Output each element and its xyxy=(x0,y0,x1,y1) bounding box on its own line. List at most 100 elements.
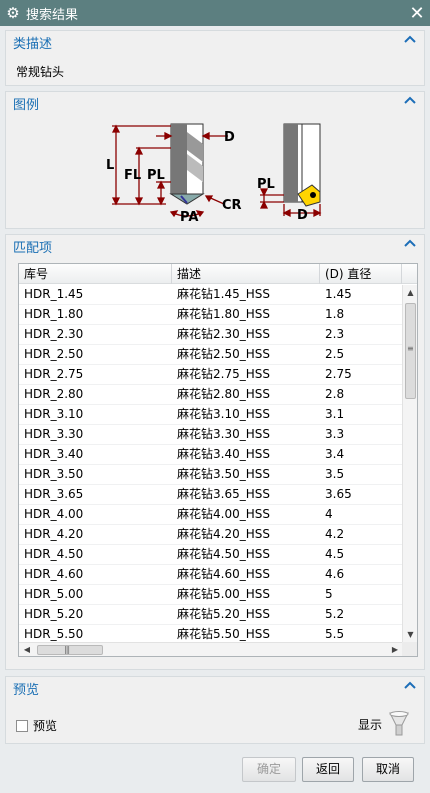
checkbox-box[interactable] xyxy=(16,719,28,732)
cell-diameter: 4.6 xyxy=(325,567,345,581)
chevron-up-icon[interactable] xyxy=(404,680,416,690)
cell-description: 麻花钻3.50_HSS xyxy=(177,467,270,481)
table-row[interactable]: HDR_4.20 麻花钻4.20_HSS 4.2 xyxy=(19,525,402,545)
class-description-panel: 类描述 常规钻头 xyxy=(5,30,425,86)
legend-label-pl: PL xyxy=(147,168,165,183)
cell-library-number: HDR_1.80 xyxy=(24,307,84,321)
gear-icon[interactable]: ⚙ xyxy=(0,4,26,22)
cell-description: 麻花钻4.00_HSS xyxy=(177,507,270,521)
cell-library-number: HDR_5.00 xyxy=(24,587,84,601)
cell-description: 麻花钻3.10_HSS xyxy=(177,407,270,421)
matches-panel: 匹配项 库号 描述 (D) 直径 HDR_1.45 麻花钻1.45_HSS 1.45… xyxy=(5,234,425,670)
preview-title: 预览 xyxy=(13,682,40,698)
show-label: 显示 xyxy=(357,718,382,732)
scrollbar-corner xyxy=(402,642,417,656)
cell-diameter: 3.3 xyxy=(325,427,345,441)
cell-description: 麻花钻5.00_HSS xyxy=(177,587,270,601)
cell-diameter: 4.5 xyxy=(325,547,345,561)
cell-library-number: HDR_3.40 xyxy=(24,447,84,461)
table-header: 库号 描述 (D) 直径 xyxy=(19,264,417,284)
cell-library-number: HDR_3.30 xyxy=(24,427,84,441)
legend-label-l: L xyxy=(106,158,114,173)
matches-header[interactable]: 匹配项 xyxy=(6,235,424,257)
table-row[interactable]: HDR_3.30 麻花钻3.30_HSS 3.3 xyxy=(19,425,402,445)
matches-table[interactable]: 库号 描述 (D) 直径 HDR_1.45 麻花钻1.45_HSS 1.45 HDR_… xyxy=(18,263,418,657)
close-icon[interactable]: ✕ xyxy=(404,3,430,24)
cell-description: 麻花钻2.80_HSS xyxy=(177,387,270,401)
cell-description: 麻花钻1.80_HSS xyxy=(177,307,270,321)
table-row[interactable]: HDR_5.20 麻花钻5.20_HSS 5.2 xyxy=(19,605,402,625)
cell-description: 麻花钻2.30_HSS xyxy=(177,327,270,341)
cell-diameter: 2.8 xyxy=(325,387,345,401)
table-row[interactable]: HDR_2.75 麻花钻2.75_HSS 2.75 xyxy=(19,365,402,385)
cell-library-number: HDR_3.50 xyxy=(24,467,84,481)
cell-library-number: HDR_1.45 xyxy=(24,287,84,301)
table-row[interactable]: HDR_2.30 麻花钻2.30_HSS 2.3 xyxy=(19,325,402,345)
legend-label-d-insert: D xyxy=(297,208,308,223)
table-body: HDR_1.45 麻花钻1.45_HSS 1.45 HDR_1.80 麻花钻1.80_H… xyxy=(19,285,402,645)
legend-panel: D L FL PL CR PA PL D 图例 xyxy=(5,91,425,229)
window-title: 搜索结果 xyxy=(26,7,79,23)
cell-description: 麻花钻4.60_HSS xyxy=(177,567,270,581)
cell-description: 麻花钻3.65_HSS xyxy=(177,487,270,501)
cell-diameter: 5 xyxy=(325,587,333,601)
matches-title: 匹配项 xyxy=(13,240,53,256)
vertical-scrollbar[interactable]: ▲ ≡ ▼ xyxy=(402,285,417,643)
cell-diameter: 4 xyxy=(325,507,333,521)
table-row[interactable]: HDR_1.45 麻花钻1.45_HSS 1.45 xyxy=(19,285,402,305)
cell-description: 麻花钻3.40_HSS xyxy=(177,447,270,461)
legend-label-pl-insert: PL xyxy=(257,177,275,192)
table-row[interactable]: HDR_5.00 麻花钻5.00_HSS 5 xyxy=(19,585,402,605)
table-row[interactable]: HDR_2.50 麻花钻2.50_HSS 2.5 xyxy=(19,345,402,365)
scroll-up-icon[interactable]: ▲ xyxy=(403,285,417,301)
cell-description: 麻花钻3.30_HSS xyxy=(177,427,270,441)
horizontal-scrollbar[interactable]: ◀ ||| ▶ xyxy=(19,642,403,656)
table-row[interactable]: HDR_4.00 麻花钻4.00_HSS 4 xyxy=(19,505,402,525)
column-header-library-number[interactable]: 库号 xyxy=(19,264,172,284)
horizontal-scroll-thumb[interactable]: ||| xyxy=(37,645,103,655)
scroll-down-icon[interactable]: ▼ xyxy=(403,627,417,643)
table-row[interactable]: HDR_3.40 麻花钻3.40_HSS 3.4 xyxy=(19,445,402,465)
column-header-description[interactable]: 描述 xyxy=(172,264,320,284)
legend-label-cr: CR xyxy=(222,198,242,213)
preview-checkbox[interactable]: 预览 xyxy=(16,717,57,734)
vertical-scroll-thumb[interactable]: ≡ xyxy=(405,303,416,399)
cell-library-number: HDR_4.00 xyxy=(24,507,84,521)
scroll-left-icon[interactable]: ◀ xyxy=(19,643,35,656)
cell-library-number: HDR_4.20 xyxy=(24,527,84,541)
table-row[interactable]: HDR_2.80 麻花钻2.80_HSS 2.8 xyxy=(19,385,402,405)
ok-button[interactable]: 确定 xyxy=(242,757,296,782)
grip-icon: ≡ xyxy=(407,344,414,353)
class-description-header[interactable]: 类描述 xyxy=(6,31,424,53)
cell-diameter: 3.5 xyxy=(325,467,345,481)
cell-diameter: 2.5 xyxy=(325,347,345,361)
cell-diameter: 3.1 xyxy=(325,407,345,421)
legend-label-pa: PA xyxy=(180,210,198,225)
chevron-up-icon[interactable] xyxy=(404,95,416,105)
cell-diameter: 2.3 xyxy=(325,327,345,341)
table-row[interactable]: HDR_1.80 麻花钻1.80_HSS 1.8 xyxy=(19,305,402,325)
preview-checkbox-label: 预览 xyxy=(33,719,58,733)
table-row[interactable]: HDR_4.50 麻花钻4.50_HSS 4.5 xyxy=(19,545,402,565)
legend-label-d: D xyxy=(224,130,235,145)
column-header-diameter[interactable]: (D) 直径 xyxy=(320,264,402,284)
table-row[interactable]: HDR_4.60 麻花钻4.60_HSS 4.6 xyxy=(19,565,402,585)
cell-library-number: HDR_2.50 xyxy=(24,347,84,361)
cell-description: 麻花钻2.50_HSS xyxy=(177,347,270,361)
class-description-title: 类描述 xyxy=(13,36,53,52)
legend-header[interactable]: 图例 xyxy=(6,92,424,114)
flashlight-icon[interactable] xyxy=(386,709,412,740)
preview-header[interactable]: 预览 xyxy=(6,677,424,699)
cell-diameter: 1.45 xyxy=(325,287,352,301)
chevron-up-icon[interactable] xyxy=(404,238,416,248)
table-row[interactable]: HDR_3.65 麻花钻3.65_HSS 3.65 xyxy=(19,485,402,505)
back-button[interactable]: 返回 xyxy=(302,757,354,782)
table-row[interactable]: HDR_3.50 麻花钻3.50_HSS 3.5 xyxy=(19,465,402,485)
show-control[interactable]: 显示 xyxy=(358,709,412,740)
table-row[interactable]: HDR_3.10 麻花钻3.10_HSS 3.1 xyxy=(19,405,402,425)
cancel-button[interactable]: 取消 xyxy=(362,757,414,782)
cell-library-number: HDR_3.10 xyxy=(24,407,84,421)
title-bar: ⚙ 搜索结果 ✕ xyxy=(0,0,430,26)
scroll-right-icon[interactable]: ▶ xyxy=(387,643,403,656)
chevron-up-icon[interactable] xyxy=(404,34,416,44)
